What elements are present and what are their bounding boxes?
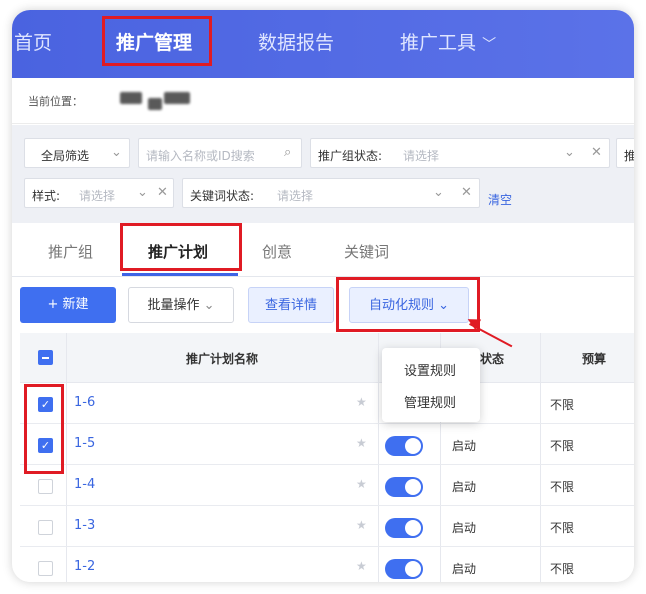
nav-promotion-tools[interactable]: 推广工具 ﹀ <box>400 28 496 55</box>
style-label: 样式: <box>32 189 61 203</box>
keyword-status-select[interactable]: 关键词状态: 请选择 ⌄ ✕ <box>182 178 480 208</box>
table-row: ✓ 1-6 ★ 启动 不限 <box>20 384 634 424</box>
select-all-checkbox[interactable] <box>38 350 53 365</box>
plan-name-link[interactable]: 1-6 <box>74 395 95 410</box>
budget-cell: 不限 <box>550 439 575 453</box>
budget-cell: 不限 <box>550 480 575 494</box>
status-cell: 启动 <box>452 439 477 453</box>
tab-bar: 推广组 推广计划 创意 关键词 <box>12 223 634 277</box>
header-budget: 预算 <box>582 352 607 366</box>
search-placeholder: 请输入名称或ID搜索 <box>146 149 255 163</box>
clear-filters-link[interactable]: 清空 <box>488 191 512 208</box>
budget-cell: 不限 <box>550 562 575 576</box>
automation-rules-dropdown: 设置规则 管理规则 <box>382 348 480 422</box>
app-window: 首页 推广管理 数据报告 推广工具 ﹀ 当前位置： 全局筛选 ⌄ 请输入名称或I… <box>12 10 634 582</box>
nav-data-report[interactable]: 数据报告 <box>258 28 334 55</box>
close-icon[interactable]: ✕ <box>461 185 472 200</box>
menu-item-set-rules[interactable]: 设置规则 <box>404 360 456 379</box>
global-filter-select[interactable]: 全局筛选 ⌄ <box>24 138 130 168</box>
budget-cell: 不限 <box>550 398 575 412</box>
keyword-status-label: 关键词状态: <box>190 189 255 203</box>
chevron-down-icon: ⌄ <box>111 145 122 160</box>
group-status-select[interactable]: 推广组状态: 请选择 ⌄ ✕ <box>310 138 610 168</box>
global-filter-label: 全局筛选 <box>41 149 90 163</box>
search-input[interactable]: 请输入名称或ID搜索 ⌕ <box>138 138 302 168</box>
redacted-text <box>148 98 162 110</box>
star-icon[interactable]: ★ <box>356 477 367 491</box>
menu-item-manage-rules[interactable]: 管理规则 <box>404 392 456 411</box>
table-row: ✓ 1-5 ★ 启动 不限 <box>20 425 634 465</box>
cut-off-filter-label: 推 <box>624 149 634 163</box>
star-icon[interactable]: ★ <box>356 436 367 450</box>
table-header: 推广计划名称 状态 预算 <box>20 333 634 383</box>
table-row: 1-3 ★ 启动 不限 <box>20 507 634 547</box>
plan-name-link[interactable]: 1-3 <box>74 518 95 533</box>
header-status: 状态 <box>480 352 505 366</box>
status-toggle[interactable] <box>385 518 423 538</box>
star-icon[interactable]: ★ <box>356 395 367 409</box>
view-detail-button[interactable]: 查看详情 <box>248 287 334 323</box>
nav-home[interactable]: 首页 <box>14 28 52 55</box>
batch-operation-button[interactable]: 批量操作 ⌄ <box>128 287 234 323</box>
header-plan-name: 推广计划名称 <box>186 352 259 366</box>
breadcrumb: 当前位置： <box>12 78 634 124</box>
chevron-down-icon: ⌄ <box>433 185 444 200</box>
chevron-down-icon: ⌄ <box>203 298 215 313</box>
plan-name-link[interactable]: 1-4 <box>74 477 95 492</box>
active-tab-indicator <box>122 273 238 276</box>
row-checkbox[interactable] <box>38 561 53 576</box>
table-row: 1-4 ★ 启动 不限 <box>20 466 634 506</box>
status-cell: 启动 <box>452 562 477 576</box>
chevron-down-icon: ⌄ <box>564 145 575 160</box>
status-cell: 启动 <box>452 521 477 535</box>
status-toggle[interactable] <box>385 477 423 497</box>
batch-operation-label: 批量操作 <box>147 298 200 313</box>
table-row: 1-2 ★ 启动 不限 <box>20 548 634 582</box>
group-status-label: 推广组状态: <box>318 149 383 163</box>
budget-cell: 不限 <box>550 521 575 535</box>
redacted-text <box>164 92 190 104</box>
chevron-down-icon: ﹀ <box>482 37 497 53</box>
style-placeholder: 请选择 <box>79 189 116 203</box>
group-status-placeholder: 请选择 <box>403 149 440 163</box>
tab-creative[interactable]: 创意 <box>262 241 292 262</box>
search-icon[interactable]: ⌕ <box>284 145 291 160</box>
star-icon[interactable]: ★ <box>356 518 367 532</box>
nav-promotion-tools-label: 推广工具 <box>400 32 477 54</box>
highlight-tab-plan <box>120 223 242 271</box>
plan-name-link[interactable]: 1-5 <box>74 436 95 451</box>
close-icon[interactable]: ✕ <box>157 185 168 200</box>
cut-off-filter[interactable]: 推 <box>616 138 634 168</box>
close-icon[interactable]: ✕ <box>591 145 602 160</box>
new-button[interactable]: + 新建 <box>20 287 116 323</box>
plan-name-link[interactable]: 1-2 <box>74 559 95 574</box>
row-checkbox[interactable] <box>38 520 53 535</box>
highlight-automation-button <box>336 277 480 332</box>
plan-table: 推广计划名称 状态 预算 ✓ 1-6 ★ 启动 不限 ✓ 1-5 ★ 启动 不限… <box>20 333 634 582</box>
style-select[interactable]: 样式: 请选择 ⌄ ✕ <box>24 178 174 208</box>
keyword-status-placeholder: 请选择 <box>277 189 314 203</box>
star-icon[interactable]: ★ <box>356 559 367 573</box>
chevron-down-icon: ⌄ <box>137 185 148 200</box>
redacted-text <box>120 92 142 104</box>
highlight-nav-promotion <box>102 16 212 66</box>
row-checkbox[interactable] <box>38 479 53 494</box>
tab-promotion-group[interactable]: 推广组 <box>48 241 93 262</box>
status-cell: 启动 <box>452 480 477 494</box>
tab-keyword[interactable]: 关键词 <box>344 241 389 262</box>
status-toggle[interactable] <box>385 559 423 579</box>
top-navigation: 首页 推广管理 数据报告 推广工具 ﹀ <box>12 10 634 78</box>
breadcrumb-label: 当前位置： <box>28 95 83 108</box>
status-toggle[interactable] <box>385 436 423 456</box>
highlight-checked-rows <box>24 384 64 474</box>
